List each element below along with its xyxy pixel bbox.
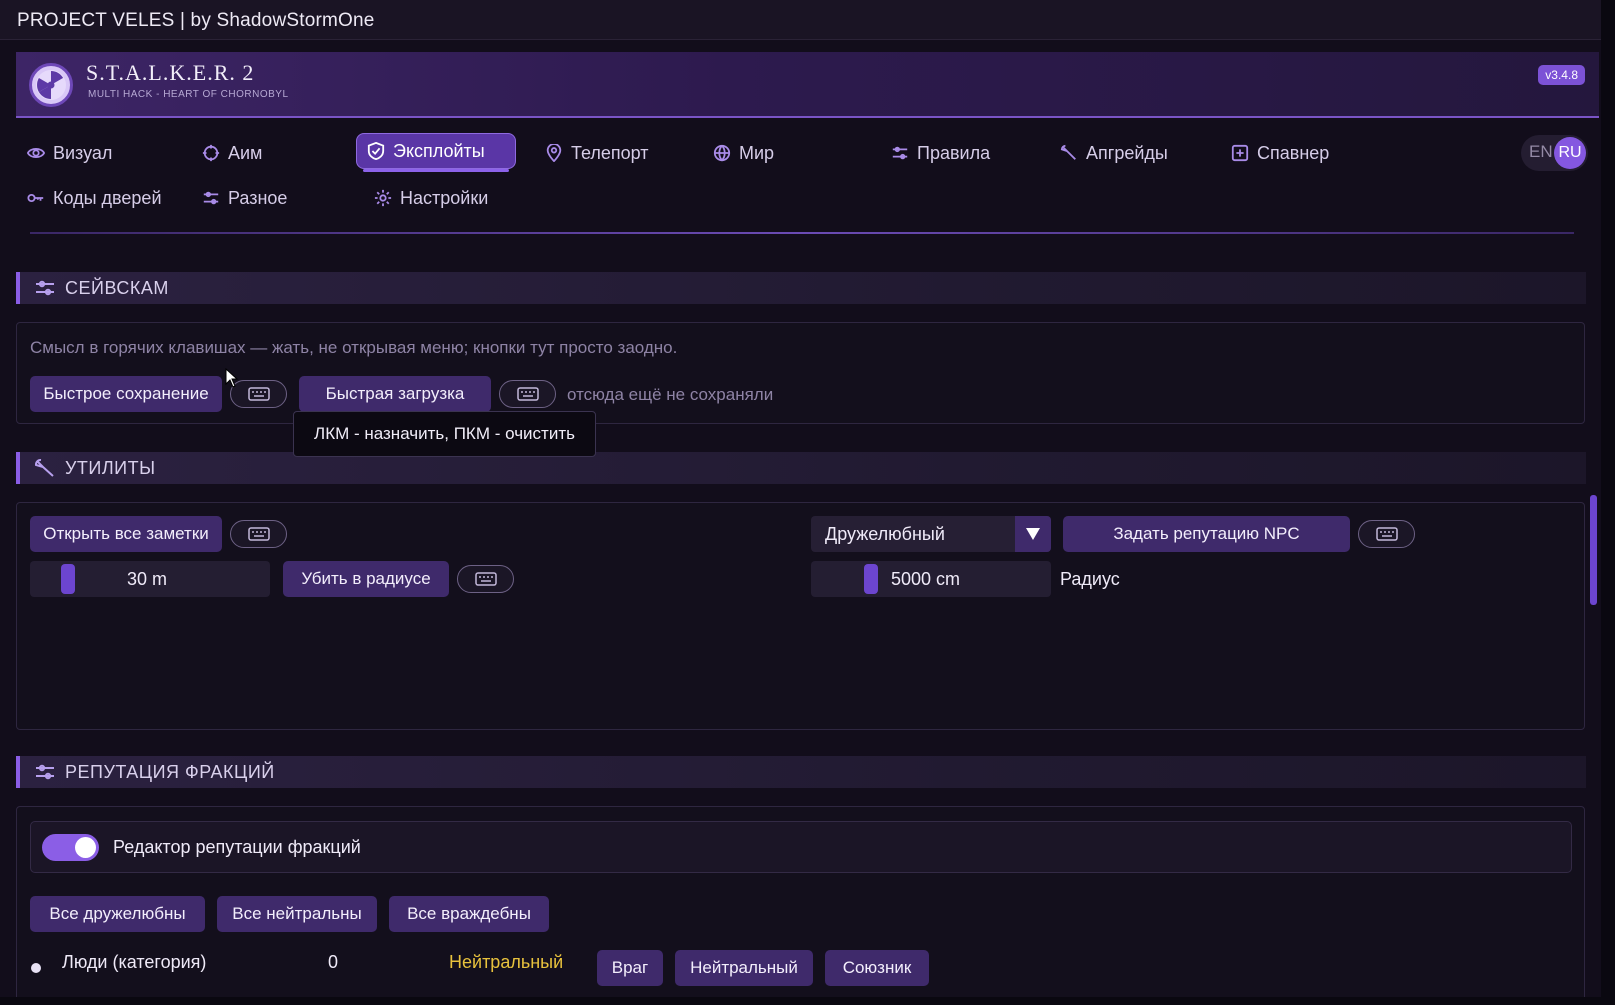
- section-header-savescum: СЕЙВСКАМ: [16, 272, 1586, 304]
- tab-label: Спавнер: [1257, 142, 1330, 163]
- tab-label: Мир: [739, 142, 775, 163]
- set-npc-reputation-button[interactable]: Задать репутацию NPC: [1063, 516, 1350, 552]
- section-header-factions: РЕПУТАЦИЯ ФРАКЦИЙ: [16, 756, 1586, 788]
- quick-save-button[interactable]: Быстрое сохранение: [30, 376, 222, 412]
- plus-square-icon: [1231, 144, 1249, 162]
- section-title: СЕЙВСКАМ: [65, 278, 169, 298]
- gear-icon: [374, 189, 392, 207]
- faction-editor-label: Редактор репутации фракций: [113, 837, 361, 857]
- tab-label: Эксплойты: [393, 140, 485, 161]
- slider-value: 5000 cm: [891, 569, 961, 589]
- keyboard-icon: [474, 572, 497, 586]
- tab-label: Коды дверей: [53, 187, 162, 208]
- lang-ru[interactable]: RU: [1554, 137, 1586, 169]
- npc-radius-slider[interactable]: 5000 cm: [811, 561, 1051, 597]
- quick-load-hotkey-button[interactable]: [499, 380, 556, 408]
- tab-rules[interactable]: Правила: [881, 135, 1000, 171]
- lang-en[interactable]: EN: [1529, 142, 1553, 162]
- faction-value: 0: [328, 952, 339, 972]
- save-status-text: отсюда ещё не сохраняли: [567, 385, 774, 404]
- tab-teleport[interactable]: Телепорт: [535, 135, 659, 171]
- version-badge: v3.4.8: [1538, 65, 1585, 85]
- app-title: S.T.A.L.K.E.R. 2: [86, 60, 255, 85]
- tab-label: Аим: [228, 142, 263, 163]
- wrench-icon: [1060, 144, 1076, 160]
- app-banner: S.T.A.L.K.E.R. 2 MULTI HACK - HEART OF C…: [16, 52, 1599, 118]
- globe-icon: [713, 144, 731, 162]
- tab-exploits[interactable]: Эксплойты: [356, 133, 516, 172]
- tab-door-codes[interactable]: Коды дверей: [17, 180, 172, 216]
- hotkey-tooltip: ЛКМ - назначить, ПКМ - очистить: [293, 411, 596, 457]
- open-all-notes-button[interactable]: Открыть все заметки: [30, 516, 222, 552]
- keyboard-icon: [247, 387, 270, 401]
- set-enemy-button[interactable]: Враг: [597, 950, 663, 986]
- map-pin-icon: [546, 144, 562, 162]
- key-icon: [27, 193, 44, 203]
- tab-label: Апгрейды: [1086, 142, 1168, 163]
- all-friendly-button[interactable]: Все дружелюбны: [30, 896, 205, 932]
- window-edge-bottom: [0, 997, 1615, 1005]
- toggle-knob: [75, 837, 96, 858]
- keyboard-icon: [247, 527, 270, 541]
- reputation-select[interactable]: Дружелюбный: [811, 516, 1051, 552]
- kill-in-radius-button[interactable]: Убить в радиусе: [283, 561, 449, 597]
- mouse-cursor-icon: [225, 368, 239, 388]
- crosshair-icon: [202, 144, 220, 162]
- radiation-logo-icon: [29, 63, 73, 107]
- sliders-icon: [203, 191, 219, 205]
- radius-label: Радиус: [1060, 569, 1120, 589]
- savescum-description: Смысл в горячих клавишах — жать, не откр…: [30, 338, 678, 357]
- window-edge: [1601, 0, 1615, 1005]
- quick-load-button[interactable]: Быстрая загрузка: [299, 376, 491, 412]
- tab-label: Визуал: [53, 142, 113, 163]
- wrench-icon: [34, 458, 56, 478]
- set-ally-button[interactable]: Союзник: [825, 950, 929, 986]
- tab-divider: [30, 232, 1574, 234]
- section-title: УТИЛИТЫ: [65, 458, 156, 478]
- tab-world[interactable]: Мир: [703, 135, 784, 171]
- all-hostile-button[interactable]: Все враждебны: [389, 896, 549, 932]
- scrollbar-thumb[interactable]: [1590, 495, 1597, 605]
- tab-upgrades[interactable]: Апгрейды: [1050, 135, 1178, 171]
- slider-handle[interactable]: [864, 564, 878, 594]
- faction-status: Нейтральный: [449, 952, 564, 972]
- keyboard-icon: [1375, 527, 1398, 541]
- eye-icon: [27, 148, 45, 158]
- tab-settings[interactable]: Настройки: [364, 180, 498, 216]
- faction-editor-toggle[interactable]: [42, 834, 99, 861]
- set-neutral-button[interactable]: Нейтральный: [675, 950, 813, 986]
- tab-spawner[interactable]: Спавнер: [1221, 135, 1339, 171]
- app-window: PROJECT VELES | by ShadowStormOne S.T.A.…: [0, 0, 1615, 1005]
- kill-radius-slider[interactable]: 30 m: [30, 561, 270, 597]
- faction-editor-row: Редактор репутации фракций: [30, 821, 1572, 873]
- reputation-select-value: Дружелюбный: [825, 524, 945, 544]
- keyboard-icon: [516, 387, 539, 401]
- shield-icon: [367, 142, 385, 160]
- section-title: РЕПУТАЦИЯ ФРАКЦИЙ: [65, 762, 275, 782]
- tab-misc[interactable]: Разное: [192, 180, 297, 216]
- open-notes-hotkey-button[interactable]: [230, 520, 287, 548]
- tab-label: Разное: [228, 187, 288, 208]
- chevron-down-icon[interactable]: [1015, 516, 1051, 552]
- window-title: PROJECT VELES | by ShadowStormOne: [17, 10, 375, 31]
- faction-bullet-icon: [31, 963, 41, 973]
- sliders-icon: [34, 762, 56, 782]
- language-switch[interactable]: EN RU: [1521, 135, 1588, 171]
- tab-label: Телепорт: [571, 142, 649, 163]
- slider-value: 30 m: [127, 569, 168, 589]
- set-npc-reputation-hotkey-button[interactable]: [1358, 520, 1415, 548]
- faction-name: Люди (категория): [62, 952, 207, 972]
- kill-radius-hotkey-button[interactable]: [457, 565, 514, 593]
- tab-visual[interactable]: Визуал: [17, 135, 122, 171]
- sliders-icon: [892, 146, 908, 160]
- slider-handle[interactable]: [61, 564, 75, 594]
- app-subtitle: MULTI HACK - HEART OF CHORNOBYL: [88, 89, 289, 100]
- tab-label: Правила: [917, 142, 991, 163]
- tab-aim[interactable]: Аим: [192, 135, 272, 171]
- tab-label: Настройки: [400, 187, 489, 208]
- section-header-utilities: УТИЛИТЫ: [16, 452, 1586, 484]
- sliders-icon: [34, 278, 56, 298]
- all-neutral-button[interactable]: Все нейтральны: [217, 896, 377, 932]
- title-bar: PROJECT VELES | by ShadowStormOne: [0, 0, 1615, 40]
